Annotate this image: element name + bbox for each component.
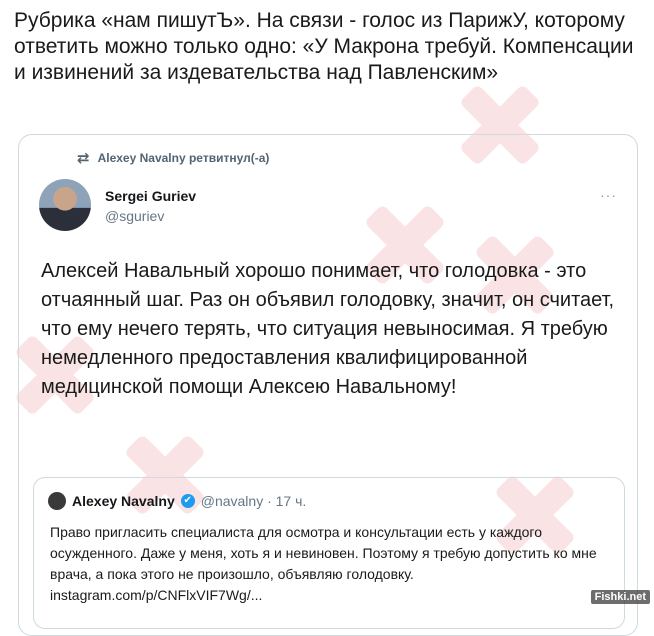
- author-name[interactable]: Sergei Guriev: [105, 188, 196, 204]
- author-handle[interactable]: @sguriev: [105, 208, 164, 224]
- avatar[interactable]: [39, 179, 91, 231]
- quoted-handle-time: @navalny · 17 ч.: [200, 493, 307, 509]
- post-text: Рубрика «нам пишутЪ». На связи - голос и…: [14, 9, 634, 84]
- quoted-avatar[interactable]: [48, 492, 66, 510]
- retweet-card[interactable]: ⇄ Alexey Navalny ретвитнул(-а) Sergei Gu…: [18, 134, 638, 636]
- more-icon[interactable]: ···: [600, 187, 617, 203]
- tweet-text: Алексей Навальный хорошо понимает, что г…: [41, 260, 615, 398]
- quoted-author-name[interactable]: Alexey Navalny: [72, 493, 175, 509]
- retweet-header-label: Alexey Navalny ретвитнул(-а): [97, 151, 270, 165]
- watermark-logo: Fishki.net: [590, 590, 650, 604]
- quoted-tweet[interactable]: Alexey Navalny ✔ @navalny · 17 ч. Право …: [33, 477, 625, 629]
- retweet-header: ⇄ Alexey Navalny ретвитнул(-а): [77, 149, 269, 167]
- quoted-tweet-header: Alexey Navalny ✔ @navalny · 17 ч.: [48, 492, 306, 510]
- quoted-tweet-text: Право пригласить специалиста для осмотра…: [50, 524, 597, 603]
- verified-icon: ✔: [180, 494, 195, 508]
- retweet-icon: ⇄: [77, 150, 90, 167]
